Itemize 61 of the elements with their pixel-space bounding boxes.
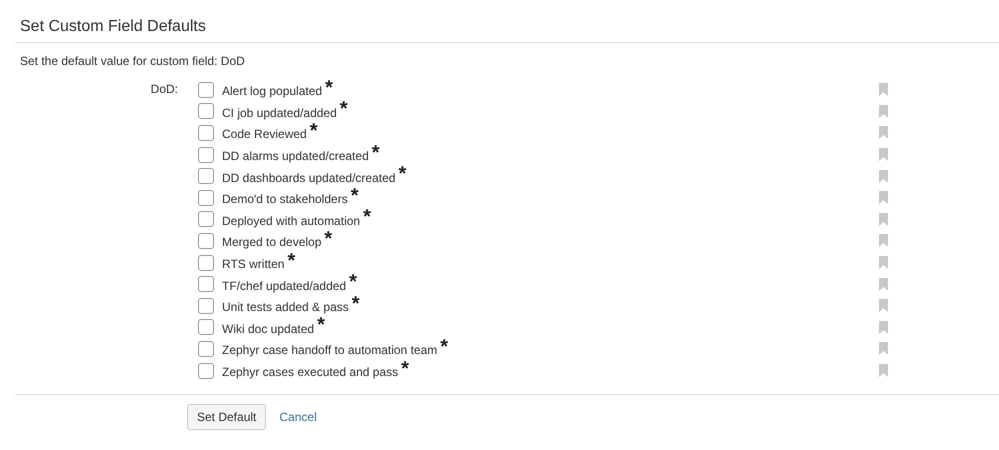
option-label: DD dashboards updated/created (222, 170, 396, 185)
bookmark-icon (879, 212, 888, 226)
required-mark: * (340, 102, 348, 116)
option-label: Demo'd to stakeholders (222, 192, 348, 206)
required-mark: * (401, 362, 409, 376)
bookmark-icon (879, 126, 888, 140)
bookmark-icon (879, 104, 888, 118)
option-label: Unit tests added & pass (222, 300, 349, 314)
option-label: RTS written (222, 257, 284, 272)
required-mark: * (350, 188, 358, 203)
checkbox[interactable] (198, 298, 214, 314)
checkbox[interactable] (198, 232, 214, 249)
required-mark: * (372, 146, 380, 160)
checkbox[interactable] (198, 190, 214, 206)
required-mark: * (352, 296, 360, 311)
cancel-link[interactable]: Cancel (279, 410, 317, 424)
bookmark-icon (879, 299, 888, 312)
option-label: Code Reviewed (222, 127, 307, 142)
description-text: Set the default value for custom field: DoD (20, 53, 246, 69)
option-label: DD alarms updated/created (222, 149, 369, 164)
set-default-button[interactable]: Set Default (187, 404, 266, 430)
option-label: CI job updated/added (222, 106, 337, 120)
required-mark: * (310, 124, 318, 138)
checkbox[interactable] (198, 82, 214, 98)
option-label: TF/chef updated/added (222, 278, 346, 293)
required-mark: * (287, 254, 296, 268)
bookmark-icon (879, 320, 888, 334)
checkbox[interactable] (198, 124, 214, 141)
checkbox[interactable] (198, 146, 214, 163)
checkbox[interactable] (198, 254, 214, 271)
field-label: DoD: (150, 82, 178, 96)
option-label: Merged to develop (222, 235, 322, 250)
bookmark-icon (879, 256, 888, 270)
bookmark-icon (879, 148, 888, 162)
required-mark: * (324, 232, 332, 246)
option-label: Zephyr cases executed and pass (222, 365, 398, 380)
bookmark-icon (879, 364, 888, 378)
checkbox[interactable] (198, 276, 214, 292)
required-mark: * (317, 318, 325, 332)
bookmark-icon (879, 191, 888, 204)
checkbox[interactable] (198, 362, 214, 379)
checkbox[interactable] (198, 340, 214, 357)
bookmark-icon (879, 170, 888, 183)
option-label: Deployed with automation (222, 214, 360, 228)
checkbox[interactable] (198, 319, 214, 336)
required-mark: * (325, 80, 333, 95)
checkbox[interactable] (198, 168, 214, 184)
bookmark-icon (879, 83, 888, 96)
bookmark-icon (879, 234, 888, 248)
page-title: Set Custom Field Defaults (20, 17, 207, 37)
option-label: Wiki doc updated (222, 322, 314, 336)
required-mark: * (349, 275, 357, 290)
required-mark: * (363, 210, 371, 224)
checkbox[interactable] (198, 103, 214, 120)
bookmark-icon (879, 278, 888, 291)
checkbox[interactable] (198, 211, 214, 228)
bookmark-icon (879, 342, 888, 356)
option-label: Alert log populated (222, 84, 322, 98)
required-mark: * (440, 340, 448, 354)
required-mark: * (398, 167, 406, 182)
option-label: Zephyr case handoff to automation team (222, 343, 438, 358)
